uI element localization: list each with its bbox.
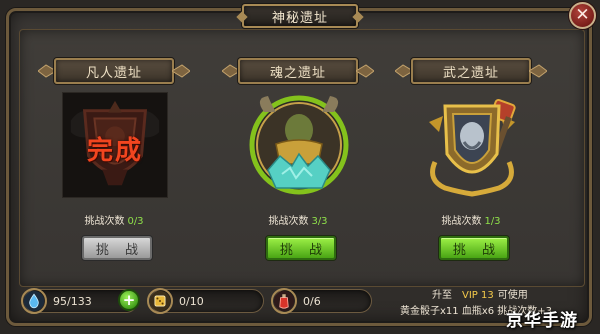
attempts-count: 3/3 — [311, 216, 328, 227]
stamina-bar: 95/133 + — [21, 288, 140, 314]
ornament-right-icon — [529, 64, 547, 78]
golden-dice-icon — [147, 288, 173, 314]
vip-suffix: 可使用 — [497, 290, 528, 301]
challenge-button-martial[interactable]: 挑 战 — [439, 236, 509, 260]
ruin-name: 武之遗址 — [411, 58, 531, 84]
attempts-count: 0/3 — [127, 216, 144, 227]
blood-bottle-icon — [271, 288, 297, 314]
challenge-button-soul[interactable]: 挑 战 — [266, 236, 336, 260]
vip-requirement: 升至 VIP 13 可使用 — [432, 286, 528, 301]
watermark: 京华手游 — [506, 311, 578, 331]
bottle-value: 0/6 — [303, 295, 321, 308]
ruin-card-martial: 武之遗址 挑战次数 1/3 挑 战 — [385, 0, 557, 270]
ruin-name: 魂之遗址 — [238, 58, 358, 84]
ornament-right-icon — [356, 64, 374, 78]
attempts-label: 挑战次数 — [268, 216, 309, 227]
vip-prefix: 升至 — [432, 290, 452, 301]
dice-value: 0/10 — [179, 295, 204, 308]
ruin-name: 凡人遗址 — [54, 58, 174, 84]
vip-level: VIP 13 — [462, 290, 494, 301]
dice-bar: 0/10 — [147, 288, 264, 314]
attempts-count: 1/3 — [484, 216, 501, 227]
ruin-card-mortal: 凡人遗址 完成 挑战次数 0/3 挑 战 — [28, 0, 200, 270]
martial-ruin-emblem-icon[interactable] — [419, 92, 525, 198]
add-stamina-button[interactable]: + — [118, 289, 140, 311]
challenge-button-mortal[interactable]: 挑 战 — [82, 236, 152, 260]
completed-stamp: 完成 — [86, 136, 143, 166]
stamina-drop-icon — [21, 288, 47, 314]
attempts-info: 挑战次数 0/3 — [28, 212, 200, 227]
attempts-label: 挑战次数 — [84, 216, 125, 227]
bottle-bar: 0/6 — [271, 288, 372, 314]
ruin-card-soul: 魂之遗址 挑战次数 3/3 挑 战 — [212, 0, 384, 270]
ruin-list: 凡人遗址 完成 挑战次数 0/3 挑 战 魂之遗址 挑战次数 3/3 挑 战 武… — [0, 0, 600, 334]
soul-ruin-emblem-icon[interactable] — [246, 92, 352, 198]
attempts-info: 挑战次数 1/3 — [385, 212, 557, 227]
attempts-label: 挑战次数 — [441, 216, 482, 227]
stamina-value: 95/133 — [53, 295, 92, 308]
attempts-info: 挑战次数 3/3 — [212, 212, 384, 227]
ornament-right-icon — [172, 64, 190, 78]
